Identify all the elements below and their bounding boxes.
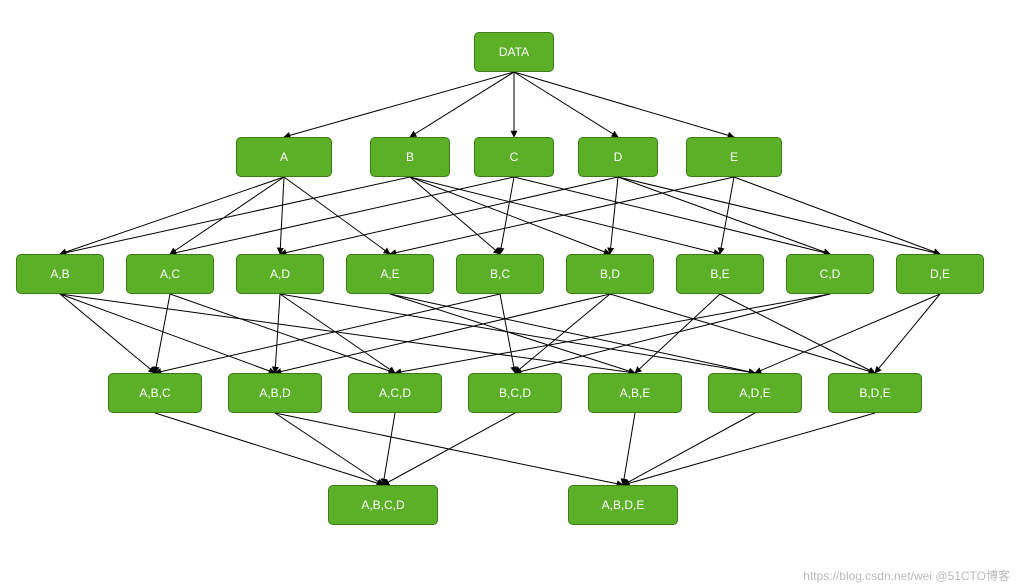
edge-ad-acd [280,294,395,373]
edge-data-b [410,72,514,137]
edge-data-d [514,72,618,137]
node-be: B,E [676,254,764,294]
edge-be-abe [635,294,720,373]
edge-d-de [618,177,940,254]
node-abe: A,B,E [588,373,682,413]
node-abd: A,B,D [228,373,322,413]
edge-e-de [734,177,940,254]
node-ae: A,E [346,254,434,294]
edge-layer [0,0,1016,588]
node-data: DATA [474,32,554,72]
node-cd: C,D [786,254,874,294]
edge-a-ab [60,177,284,254]
edge-d-bd [610,177,618,254]
edge-ae-ade [390,294,755,373]
node-abcd: A,B,C,D [328,485,438,525]
edge-abc-abcd [155,413,383,485]
edge-abe-abde [623,413,635,485]
edge-data-a [284,72,514,137]
edge-ade-abde [623,413,755,485]
edge-a-ae [284,177,390,254]
edge-bde-abde [623,413,875,485]
edge-abd-abde [275,413,623,485]
edge-ac-acd [170,294,395,373]
edge-cd-acd [395,294,830,373]
edge-de-bde [875,294,940,373]
node-bc: B,C [456,254,544,294]
node-de: D,E [896,254,984,294]
edge-d-ad [280,177,618,254]
node-b: B [370,137,450,177]
node-ade: A,D,E [708,373,802,413]
node-bde: B,D,E [828,373,922,413]
edge-a-ad [280,177,284,254]
node-abde: A,B,D,E [568,485,678,525]
edge-acd-abcd [383,413,395,485]
node-abc: A,B,C [108,373,202,413]
node-e: E [686,137,782,177]
edge-bc-abc [155,294,500,373]
edge-c-ac [170,177,514,254]
node-ab: A,B [16,254,104,294]
node-acd: A,C,D [348,373,442,413]
edge-b-ab [60,177,410,254]
edge-ad-abd [275,294,280,373]
node-bd: B,D [566,254,654,294]
node-c: C [474,137,554,177]
edge-data-e [514,72,734,137]
node-ac: A,C [126,254,214,294]
watermark-text: https://blog.csdn.net/wei @51CTO博客 [803,567,1010,584]
edge-ab-abc [60,294,155,373]
node-a: A [236,137,332,177]
edge-a-ac [170,177,284,254]
edge-d-cd [618,177,830,254]
edge-ad-ade [280,294,755,373]
edge-e-be [720,177,734,254]
node-bcd: B,C,D [468,373,562,413]
edge-ab-abe [60,294,635,373]
node-ad: A,D [236,254,324,294]
node-d: D [578,137,658,177]
edge-c-bc [500,177,514,254]
